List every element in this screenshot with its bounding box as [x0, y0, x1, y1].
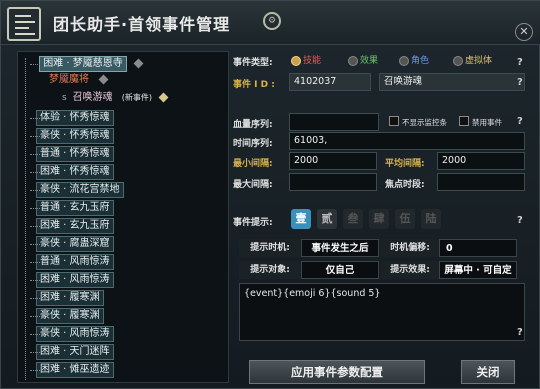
help-icon[interactable]: ?	[517, 77, 523, 88]
tree-item-label: 困难 · 玄九玉府	[36, 218, 114, 234]
tree-item[interactable]: 普通 · 玄九玉府	[24, 200, 114, 216]
tree-boss-node[interactable]: 梦魇魔将	[46, 72, 109, 88]
tree-item-label: 困难 · 履寒渊	[36, 290, 104, 306]
tree-item-label: 豪侠 · 怀秀惊魂	[36, 128, 114, 144]
boss-tree: 困难 · 梦魇慈恩寺 梦魇魔将 s 召唤游魂 (新事件) 体验 · 怀秀惊魂 豪侠…	[17, 51, 229, 383]
hint-label: 事件提示:	[233, 218, 273, 228]
selected-diamond-icon[interactable]	[158, 92, 169, 102]
tree-item[interactable]: 豪侠 · 腐蛊深窟	[24, 236, 114, 252]
help-icon[interactable]: ?	[517, 116, 523, 127]
hint-text-area[interactable]: {event}{emoji 6}{sound 5}	[239, 283, 525, 341]
tree-item[interactable]: 豪侠 · 风雨惊涛	[24, 326, 114, 342]
event-editor: 事件类型: 技能 效果 角色 虚拟体 事件 I D : 4102037 召唤游魂…	[233, 49, 533, 385]
tree-item-label: 普通 · 风雨惊涛	[36, 254, 114, 270]
min-interval-label: 最小间隔:	[233, 159, 273, 169]
apply-config-button[interactable]: 应用事件参数配置	[249, 360, 425, 384]
blood-seq-label: 血量序列:	[233, 120, 273, 130]
avg-interval-input[interactable]: 2000	[437, 152, 525, 170]
hint-tab-2[interactable]: 贰	[317, 209, 337, 229]
hide-monitor-checkbox[interactable]	[389, 116, 399, 126]
target-select[interactable]: 仅自己	[301, 261, 379, 279]
avg-interval-label: 平均间隔:	[385, 159, 425, 169]
tree-event-node[interactable]: s 召唤游魂 (新事件)	[62, 90, 169, 106]
target-label: 提示对象:	[239, 261, 301, 279]
tree-item[interactable]: 困难 · 玄九玉府	[24, 218, 114, 234]
event-type-label: 事件类型:	[233, 58, 273, 68]
tree-item[interactable]: 困难 · 履寒渊	[24, 290, 104, 306]
new-event-tag: (新事件)	[121, 93, 152, 102]
close-button[interactable]: 关闭	[461, 360, 515, 384]
tree-item[interactable]: 困难 · 傩巫遗迹	[24, 362, 114, 378]
effect-select[interactable]: 屏幕中 · 可自定	[439, 261, 517, 279]
document-icon	[7, 7, 41, 41]
tree-item[interactable]: 豪侠 · 怀秀惊魂	[24, 128, 114, 144]
help-icon[interactable]: ?	[517, 57, 523, 68]
tree-item[interactable]: 普通 · 风雨惊涛	[24, 254, 114, 270]
hint-tab-1[interactable]: 壹	[291, 209, 311, 229]
focus-period-input[interactable]	[437, 173, 525, 191]
tree-item[interactable]: 困难 · 风雨惊涛	[24, 272, 114, 288]
trigger-time-label: 提示时机:	[239, 239, 301, 257]
tree-item-label: 困难 · 怀秀惊魂	[36, 164, 114, 180]
event-name-field[interactable]: 召唤游魂	[379, 73, 525, 91]
tree-root-label: 困难 · 梦魇慈恩寺	[39, 56, 127, 72]
type-radio-character[interactable]: 角色	[399, 55, 429, 67]
tree-item[interactable]: 豪侠 · 履寒渊	[24, 308, 104, 324]
disable-event-checkbox[interactable]	[459, 116, 469, 126]
help-icon[interactable]: ?	[517, 215, 523, 226]
tree-item-label: 豪侠 · 履寒渊	[36, 308, 104, 324]
tree-item-label: 困难 · 天门迷阵	[36, 344, 114, 360]
hint-tab-5[interactable]: 伍	[395, 209, 415, 229]
tree-item[interactable]: 困难 · 怀秀惊魂	[24, 164, 114, 180]
time-seq-input[interactable]: 61003,	[289, 132, 525, 150]
collapse-diamond-icon[interactable]	[98, 74, 109, 84]
trigger-time-select[interactable]: 事件发生之后	[301, 239, 379, 257]
tree-event-label: 召唤游魂	[72, 92, 113, 103]
tree-item[interactable]: 普通 · 怀秀惊魂	[24, 146, 114, 162]
window: 团长助手·首领事件管理 ⚙ ✕ 困难 · 梦魇慈恩寺 梦魇魔将 s 召唤游魂 (…	[0, 0, 540, 389]
hint-text-value: {event}{emoji 6}{sound 5}	[244, 288, 381, 299]
tree-item-label: 普通 · 玄九玉府	[36, 200, 114, 216]
settings-gear-icon[interactable]: ⚙	[263, 12, 281, 30]
collapse-diamond-icon[interactable]	[133, 58, 144, 68]
hint-tab-6[interactable]: 陆	[421, 209, 441, 229]
disable-event-label: 禁用事件	[472, 118, 502, 127]
tree-item[interactable]: 体验 · 怀秀惊魂	[24, 110, 114, 126]
tree-item-label: 普通 · 怀秀惊魂	[36, 146, 114, 162]
event-id-label: 事件 I D :	[233, 80, 275, 90]
type-radio-skill[interactable]: 技能	[291, 55, 321, 67]
close-icon[interactable]: ✕	[515, 23, 533, 41]
tree-item-label: 体验 · 怀秀惊魂	[36, 110, 114, 126]
tree-item-label: 困难 · 傩巫遗迹	[36, 362, 114, 378]
hide-monitor-label: 不显示监控条	[402, 118, 447, 127]
tree-boss-label: 梦魇魔将	[49, 74, 89, 85]
tree-item[interactable]: 豪侠 · 流花宫禁地	[24, 182, 124, 198]
help-icon[interactable]: ?	[517, 327, 523, 338]
blood-seq-input[interactable]	[289, 113, 379, 131]
effect-label: 提示效果:	[381, 261, 439, 279]
hint-tab-4[interactable]: 肆	[369, 209, 389, 229]
title-bar: 团长助手·首领事件管理 ⚙ ✕	[1, 1, 540, 45]
focus-period-label: 焦点时段:	[385, 180, 425, 190]
tree-root-node[interactable]: 困难 · 梦魇慈恩寺	[24, 56, 144, 72]
hint-tabs: 壹 贰 叁 肆 伍 陆	[291, 209, 491, 231]
max-interval-label: 最大间隔:	[233, 180, 273, 190]
time-seq-label: 时间序列:	[233, 139, 273, 149]
tree-item-label: 困难 · 风雨惊涛	[36, 272, 114, 288]
tree-item-label: 豪侠 · 风雨惊涛	[36, 326, 114, 342]
window-title: 团长助手·首领事件管理	[53, 15, 231, 34]
offset-label: 时机偏移:	[381, 239, 439, 257]
event-id-field[interactable]: 4102037	[289, 73, 371, 91]
type-radio-virtual[interactable]: 虚拟体	[453, 55, 492, 67]
min-interval-input[interactable]: 2000	[289, 152, 377, 170]
max-interval-input[interactable]	[289, 173, 377, 191]
hint-tab-3[interactable]: 叁	[343, 209, 363, 229]
type-radio-effect[interactable]: 效果	[348, 55, 378, 67]
tree-item-label: 豪侠 · 腐蛊深窟	[36, 236, 114, 252]
tree-item[interactable]: 困难 · 天门迷阵	[24, 344, 114, 360]
offset-input[interactable]: 0	[439, 239, 517, 257]
tree-item-label: 豪侠 · 流花宫禁地	[36, 182, 124, 198]
